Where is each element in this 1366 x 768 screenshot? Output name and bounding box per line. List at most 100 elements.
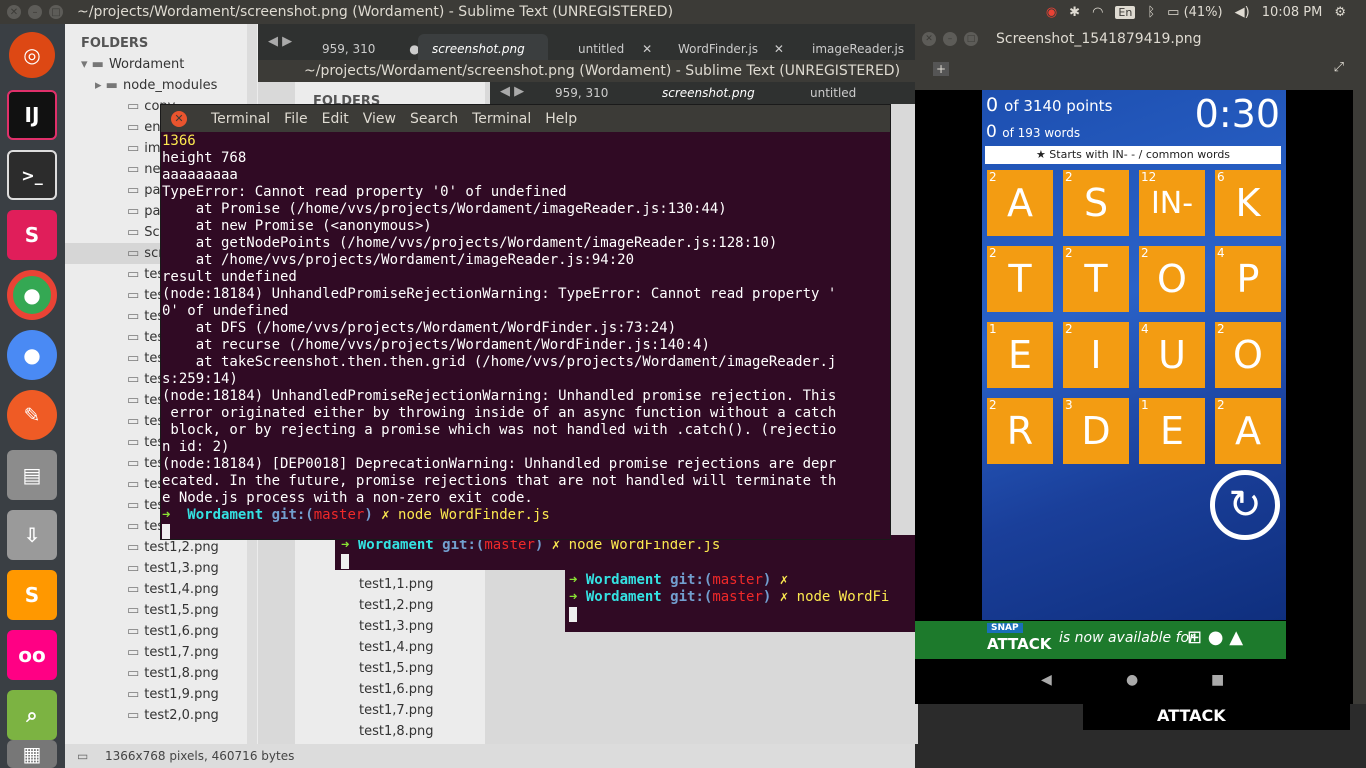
letter-tile[interactable]: 2A [987, 170, 1053, 236]
menu-file[interactable]: File [284, 111, 307, 127]
letter-tile[interactable]: 2S [1063, 170, 1129, 236]
close-window-button[interactable]: ✕ [7, 5, 21, 19]
sidebar-file[interactable]: test1,5.png [359, 658, 434, 679]
letter-tile[interactable]: 4U [1139, 322, 1205, 388]
close-terminal-button[interactable]: ✕ [171, 110, 187, 127]
sidebar-file[interactable]: test1,2.png [359, 595, 434, 616]
chrome-icon[interactable]: ● [7, 270, 57, 320]
home-button[interactable]: ● [1126, 672, 1138, 688]
refresh-icon[interactable]: ↻ [1210, 470, 1280, 540]
terminal-icon[interactable]: >_ [7, 150, 57, 200]
status-text: 1366x768 pixels, 460716 bytes [105, 749, 295, 763]
background-terminal-1[interactable]: ➜ Wordament git:(master) ✗ node WordFind… [335, 535, 915, 570]
tab-nav-arrows-icon[interactable]: ◀ ▶ [500, 84, 524, 99]
menu-edit[interactable]: Edit [322, 111, 349, 127]
sidebar-file[interactable]: test1,3.png [359, 616, 434, 637]
file-label: test1,4.png [144, 582, 219, 597]
letter-tile[interactable]: 1E [987, 322, 1053, 388]
close-tab-icon[interactable]: ✕ [642, 42, 652, 56]
letter-tile[interactable]: 2R [987, 398, 1053, 464]
file-icon: ▭ [127, 99, 140, 114]
console-toggle-icon[interactable]: ▭ [77, 749, 88, 763]
volume-icon[interactable]: ◀) [1235, 5, 1250, 20]
letter-tile[interactable]: 3D [1063, 398, 1129, 464]
tab-screenshot[interactable]: screenshot.png [662, 86, 755, 100]
menu-view[interactable]: View [363, 111, 396, 127]
chromium-icon[interactable]: ● [7, 330, 57, 380]
letter-tile[interactable]: 12 IN- [1139, 170, 1205, 236]
letter-tile[interactable]: 1E [1139, 398, 1205, 464]
letter-tile[interactable]: 2O [1215, 322, 1281, 388]
keyboard-layout-indicator[interactable]: En [1115, 5, 1136, 19]
bluetooth-icon[interactable]: ᛒ [1147, 5, 1155, 20]
battery-indicator[interactable]: ▭ (41%) [1167, 5, 1222, 20]
sidebar-file[interactable]: test1,6.png [359, 679, 434, 700]
close-tab-icon[interactable]: ✕ [774, 42, 784, 56]
chrome-tray-icon[interactable]: ◉ [1046, 5, 1057, 20]
clock[interactable]: 10:08 PM [1262, 5, 1323, 20]
letter-tile[interactable]: 6K [1215, 170, 1281, 236]
recents-button[interactable]: ■ [1211, 672, 1224, 688]
terminal-line: height 768 [162, 150, 247, 166]
wifi-icon[interactable]: ◠ [1092, 5, 1103, 20]
maximize-window-button[interactable]: □ [49, 5, 63, 19]
tab-label: screenshot.png [432, 42, 525, 56]
sidebar-file[interactable]: ▭ test2,0.png [127, 705, 219, 726]
terminal-window[interactable]: ✕ Terminal File Edit View Search Terminal Help… [160, 104, 891, 540]
system-tray: ◉ ✱ ◠ En ᛒ ▭ (41%) ◀) 10:08 PM ⚙ [1046, 0, 1346, 24]
folder-node-modules[interactable]: ▸ ▬ node_modules [95, 75, 217, 96]
sidebar-file[interactable]: ▭ test1,3.png [127, 558, 219, 579]
minimize-window-button[interactable]: – [28, 5, 42, 19]
ubuntu-icon[interactable]: ◎ [9, 32, 55, 78]
sidebar-file[interactable]: ▭ test1,8.png [127, 663, 219, 684]
sidebar-file[interactable]: ▭ test1,7.png [127, 642, 219, 663]
sidebar-file[interactable]: test1,4.png [359, 637, 434, 658]
letter-tile[interactable]: 2A [1215, 398, 1281, 464]
installer-icon[interactable]: ⇩ [7, 510, 57, 560]
image-viewer-icon[interactable]: ⌕ [7, 690, 57, 740]
snap-attack-banner[interactable]: SNAP ATTACK is now available for ⊞ ● ▲ [915, 621, 1286, 659]
terminal-output[interactable]: 1366 height 768 aaaaaaaaa TypeError: Cannot… [161, 132, 890, 507]
sublime-icon[interactable]: S [7, 570, 57, 620]
close-window-button[interactable]: ✕ [922, 32, 936, 46]
tab-nav-arrows-icon[interactable]: ◀ ▶ [268, 34, 292, 49]
add-icon[interactable]: + [933, 62, 950, 76]
sidebar-file[interactable]: test1,1.png [359, 574, 434, 595]
back-button[interactable]: ◀ [1041, 672, 1052, 688]
fullscreen-icon[interactable]: ⤢ [1334, 60, 1344, 75]
image-viewer-scrollbar[interactable] [1353, 90, 1366, 704]
sidebar-file[interactable]: ▭ test1,6.png [127, 621, 219, 642]
tab-coords[interactable]: 959, 310 [555, 86, 608, 100]
letter-tile[interactable]: 2I [1063, 322, 1129, 388]
intellij-icon[interactable]: IJ [7, 90, 57, 140]
settings-tray-icon[interactable]: ✱ [1069, 5, 1080, 20]
slack-icon[interactable]: S [7, 210, 57, 260]
letter-tile[interactable]: 4P [1215, 246, 1281, 312]
sidebar-file[interactable]: ▭ test1,4.png [127, 579, 219, 600]
menu-help[interactable]: Help [545, 111, 577, 127]
tile-letter: O [1233, 333, 1263, 377]
sidebar-file[interactable]: test1,7.png [359, 700, 434, 721]
sidebar-file[interactable]: test1,8.png [359, 721, 434, 742]
menu-terminal[interactable]: Terminal [472, 111, 531, 127]
prompt-git: git:( [271, 507, 314, 523]
power-icon[interactable]: ⚙ [1334, 5, 1346, 20]
letter-tile[interactable]: 2T [1063, 246, 1129, 312]
minimize-window-button[interactable]: – [943, 32, 957, 46]
postman-icon[interactable]: ✎ [7, 390, 57, 440]
maximize-window-button[interactable]: □ [964, 32, 978, 46]
letter-tile[interactable]: 2T [987, 246, 1053, 312]
files-icon[interactable]: ▤ [7, 450, 57, 500]
sidebar-file[interactable]: ▭ test1,9.png [127, 684, 219, 705]
image-canvas[interactable]: 0 of 3140 points 0 of 193 words 0:30 ★ S… [915, 90, 1353, 704]
terminal-prompt-line[interactable]: ➜ Wordament git:(master) ✗ node WordFind… [161, 507, 890, 524]
flickr-icon[interactable]: oo [7, 630, 57, 680]
tab-untitled[interactable]: untitled [810, 86, 856, 100]
sidebar-file[interactable]: ▭ test1,2.png [127, 537, 219, 558]
letter-tile[interactable]: 2O [1139, 246, 1205, 312]
background-terminal-2[interactable]: ➜ Wordament git:(master) ✗ ➜ Wordament g… [565, 570, 915, 632]
sidebar-file[interactable]: ▭ test1,5.png [127, 600, 219, 621]
folder-wordament[interactable]: ▾ ▬ Wordament [81, 54, 184, 75]
menu-search[interactable]: Search [410, 111, 458, 127]
storage-icon[interactable]: ▦ [7, 740, 57, 768]
